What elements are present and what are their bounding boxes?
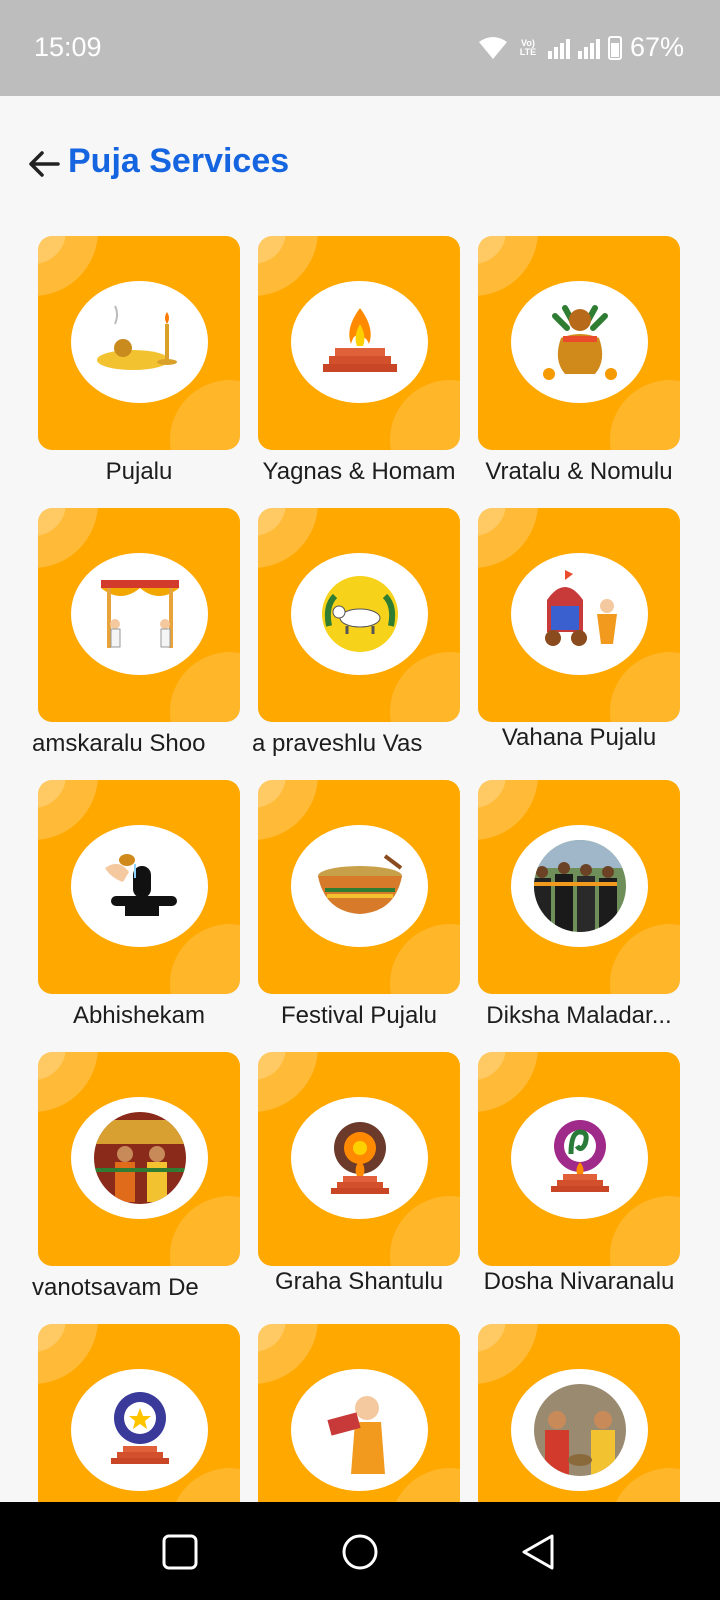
tile-image [71, 1097, 208, 1219]
ceremony-photo-icon [93, 1112, 186, 1204]
tile-card[interactable] [38, 1052, 240, 1266]
page-title: Puja Services [68, 142, 290, 180]
battery-icon [607, 35, 622, 60]
signal-icon [577, 37, 600, 59]
tile-card[interactable] [258, 1052, 460, 1266]
tile-image [71, 825, 208, 947]
pandal-icon [100, 580, 179, 648]
star-homam-icon [110, 1392, 169, 1464]
devotees-photo-icon [533, 840, 626, 932]
status-bar: 15:09 Vo) LTE 67% [0, 0, 720, 96]
wedding-photo-icon [533, 1384, 626, 1476]
signal-icon [547, 37, 570, 59]
tile-card[interactable] [258, 780, 460, 994]
tile-label: Pujalu [105, 458, 173, 485]
naga-icon [550, 1120, 609, 1192]
tile-card[interactable] [38, 1324, 240, 1502]
tile-image [511, 825, 648, 947]
tile-image [511, 1097, 648, 1219]
service-tile-vahana-pujalu[interactable]: Vahana Pujalu [478, 508, 680, 751]
tile-image [511, 553, 648, 675]
tile-card[interactable] [478, 236, 680, 450]
tile-card[interactable] [258, 508, 460, 722]
tile-image [291, 281, 428, 403]
tile-card[interactable] [478, 508, 680, 722]
wifi-icon [478, 36, 507, 59]
service-tile-yagnas[interactable]: Yagnas & Homam [258, 236, 460, 485]
tile-label: Yagnas & Homam [262, 458, 456, 485]
service-tile-dosha-nivaranalu[interactable]: Dosha Nivaranalu [478, 1052, 680, 1295]
service-tile-abhishekam[interactable]: Abhishekam [38, 780, 240, 1029]
tile-label: Vratalu & Nomulu [485, 458, 673, 485]
service-tile-festival-pujalu[interactable]: Festival Pujalu [258, 780, 460, 1029]
tile-card[interactable] [478, 1052, 680, 1266]
home-circle-icon[interactable] [340, 1532, 380, 1572]
pongal-pot-icon [317, 854, 402, 914]
tile-label: Abhishekam [72, 1002, 206, 1029]
chariot-icon [544, 570, 617, 646]
tile-image [291, 1097, 428, 1219]
tile-label: Diksha Maladar... [486, 1002, 672, 1029]
service-tile-priest[interactable] [258, 1324, 460, 1502]
service-tile-star-homam[interactable] [38, 1324, 240, 1502]
homam-fire-icon [322, 308, 397, 372]
service-tile-samskaralu[interactable]: amskaralu Shoo [32, 508, 240, 757]
tile-label: a praveshlu Vas [252, 730, 423, 757]
tile-card[interactable] [478, 780, 680, 994]
tile-image [291, 1369, 428, 1491]
tile-image [511, 1369, 648, 1491]
tile-image [71, 553, 208, 675]
tile-image [71, 281, 208, 403]
puja-thali-icon [96, 305, 177, 370]
priest-scroll-icon [326, 1396, 385, 1474]
tile-label: Graha Shantulu [274, 1268, 444, 1295]
status-time: 15:09 [34, 32, 102, 62]
tile-card[interactable] [258, 236, 460, 450]
tile-card[interactable] [258, 1324, 460, 1502]
tile-card[interactable] [38, 236, 240, 450]
cow-icon [321, 576, 398, 652]
battery-percent: 67% [629, 32, 684, 62]
tile-image [291, 825, 428, 947]
service-tile-kalyanotsavam[interactable]: vanotsavam De [32, 1052, 240, 1301]
tile-label: vanotsavam De [32, 1274, 199, 1301]
service-tile-vratalu[interactable]: Vratalu & Nomulu [478, 236, 680, 485]
tile-image [291, 553, 428, 675]
navagraha-icon [330, 1122, 389, 1194]
tile-card[interactable] [38, 508, 240, 722]
tile-card[interactable] [38, 780, 240, 994]
tile-image [71, 1369, 208, 1491]
shivalingam-icon [104, 854, 177, 916]
back-triangle-icon[interactable] [518, 1532, 558, 1572]
service-tile-wedding[interactable] [478, 1324, 680, 1502]
arrow-left-icon[interactable] [26, 146, 62, 182]
tile-card[interactable] [478, 1324, 680, 1502]
status-icons: Vo) LTE 67% [478, 32, 684, 63]
tile-label: Festival Pujalu [280, 1002, 438, 1029]
app-header: Puja Services [0, 96, 720, 236]
recents-square-icon[interactable] [160, 1532, 200, 1572]
system-nav-bar [0, 1502, 720, 1600]
tile-image [511, 281, 648, 403]
service-tile-diksha[interactable]: Diksha Maladar... [478, 780, 680, 1029]
volte-icon: Vo) LTE [519, 37, 537, 57]
tile-label: amskaralu Shoo [32, 730, 206, 757]
services-grid: Pujalu Yagnas & Homam Vratalu & Nomulu a… [0, 236, 720, 1502]
kalasam-icon [542, 305, 617, 380]
tile-label: Dosha Nivaranalu [483, 1268, 675, 1295]
tile-label: Vahana Pujalu [501, 724, 657, 751]
service-tile-pujalu[interactable]: Pujalu [38, 236, 240, 485]
service-tile-graha-shantulu[interactable]: Graha Shantulu [258, 1052, 460, 1295]
service-tile-gruha-praveshalu[interactable]: a praveshlu Vas [252, 508, 460, 757]
